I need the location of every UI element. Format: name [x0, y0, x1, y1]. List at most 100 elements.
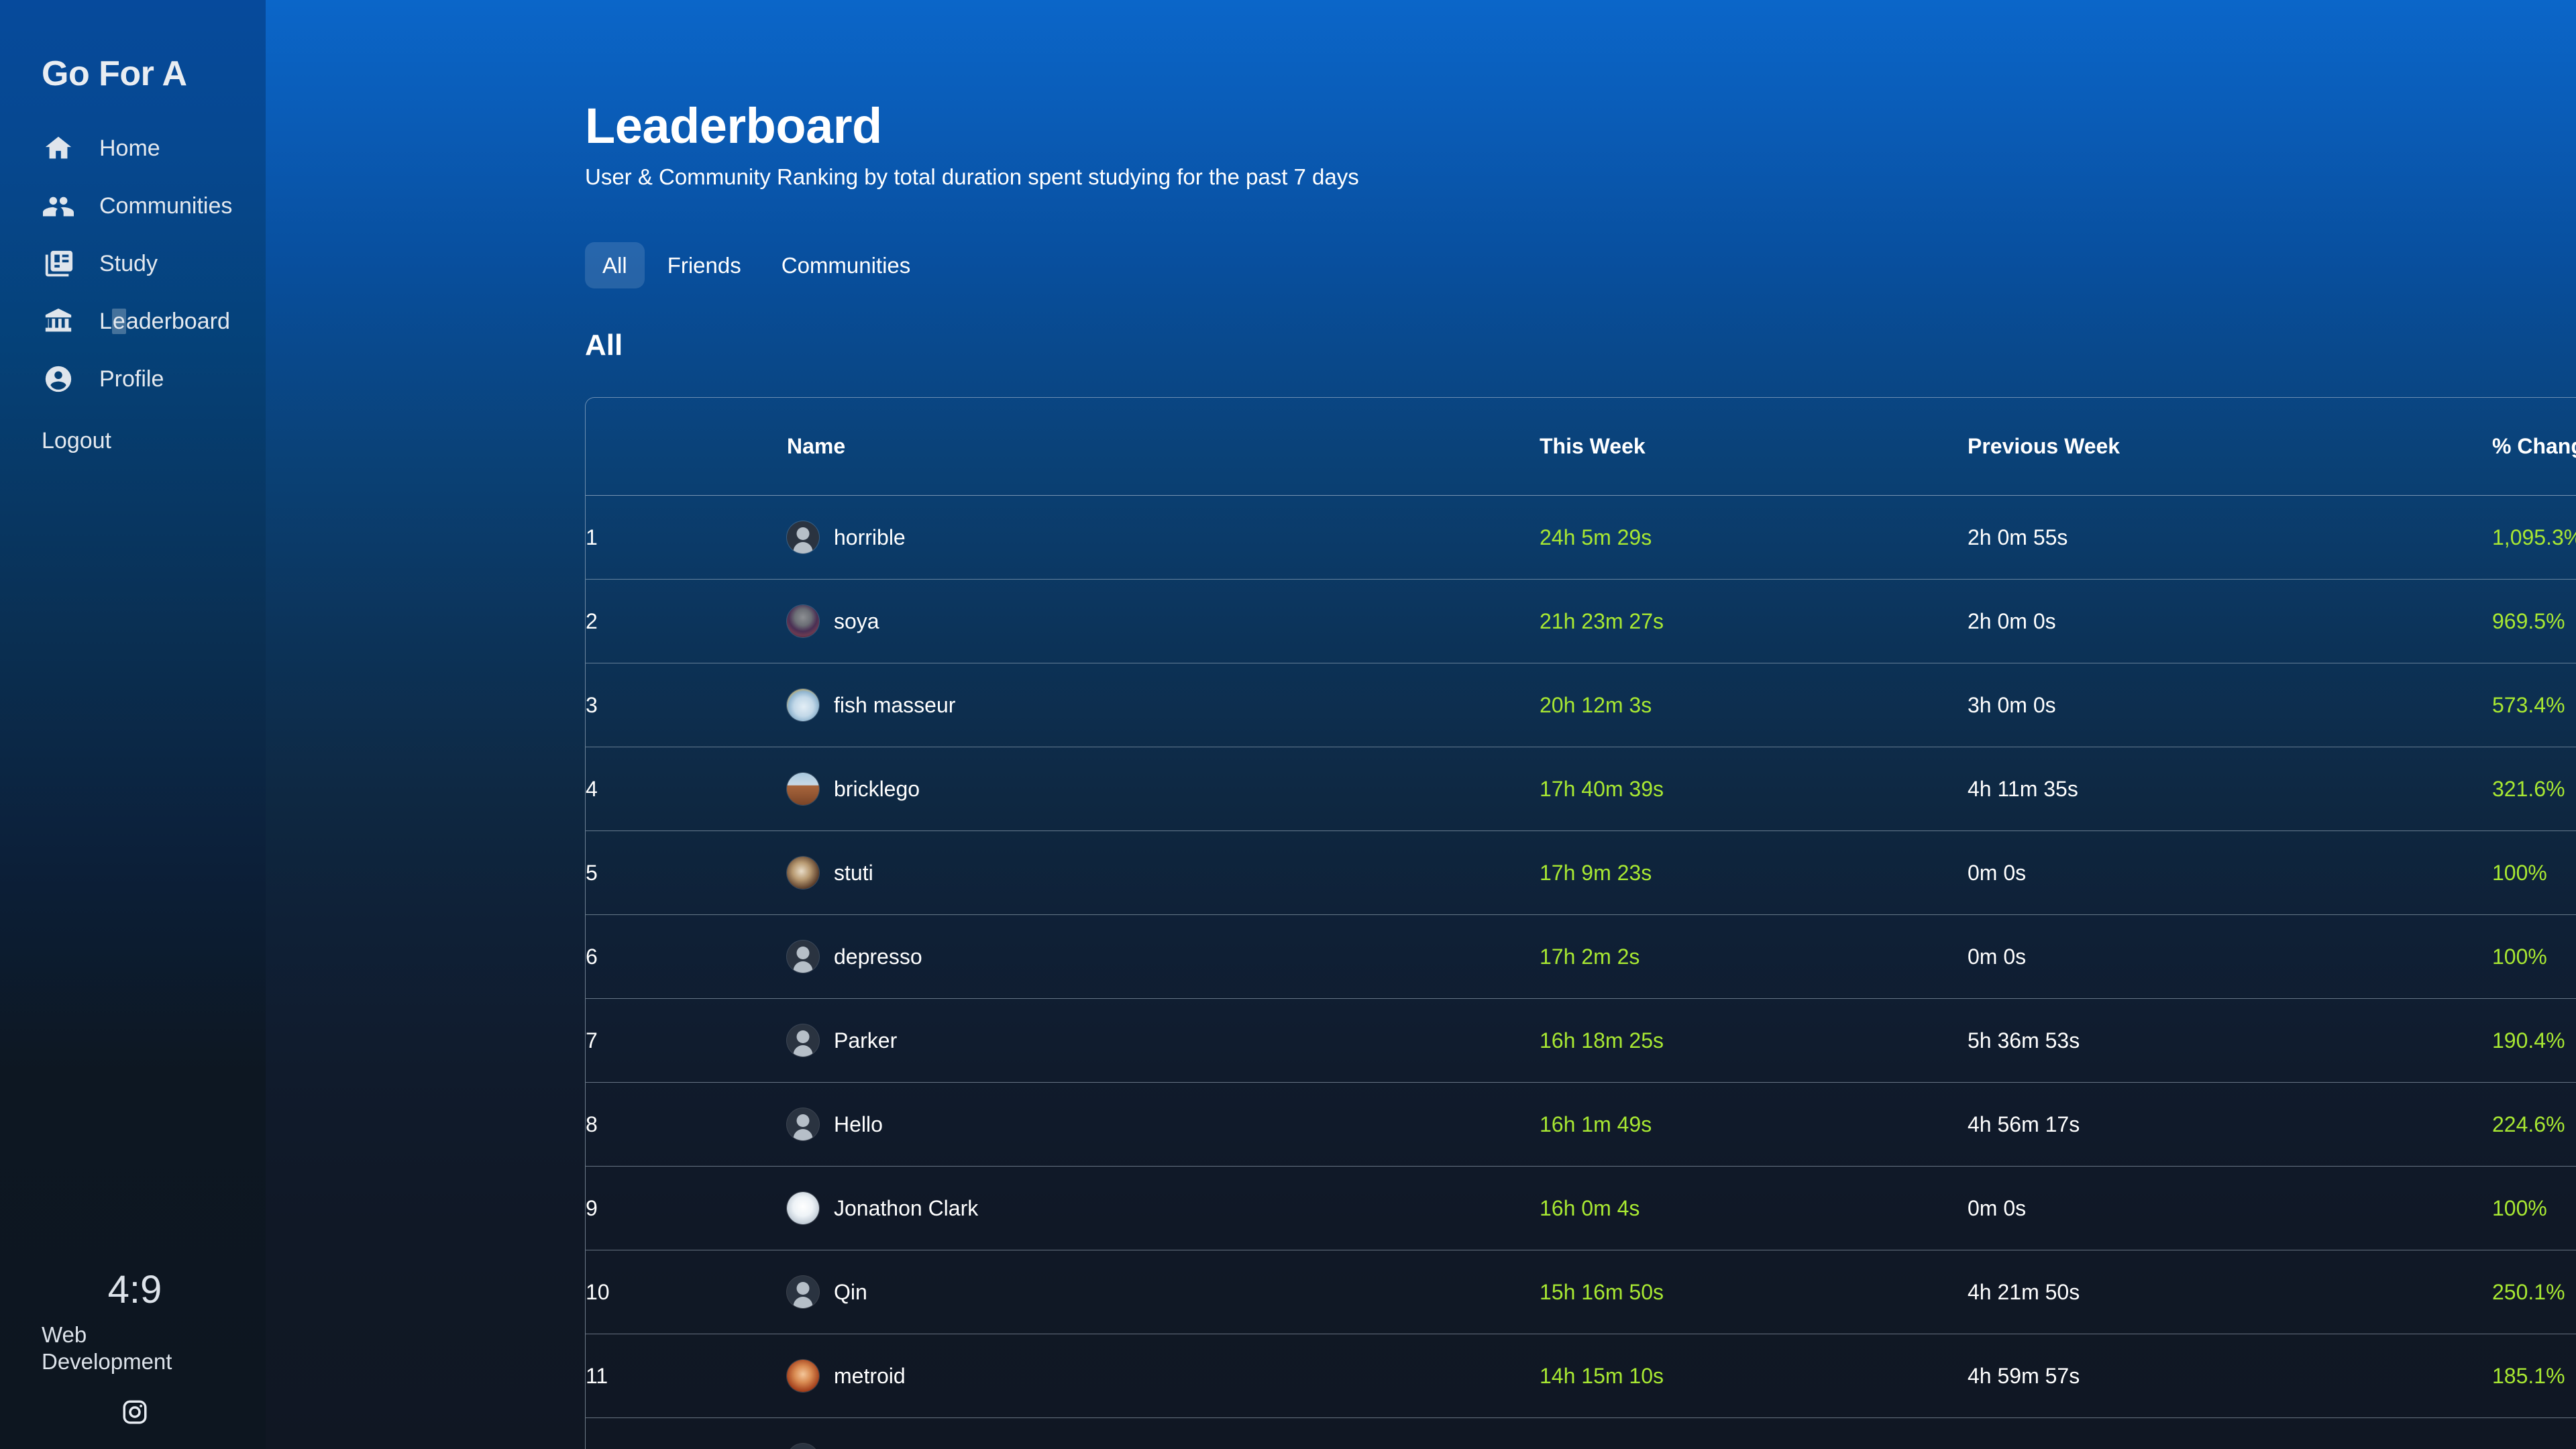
leaderboard-table: Name This Week Previous Week % Change 1 h… — [586, 398, 2576, 1449]
cell-rank: 9 — [586, 1166, 787, 1251]
table-row[interactable]: 1 horrible 24h 5m 29s 2h 0m 55s 1,095.3% — [586, 495, 2576, 580]
page-header: Leaderboard User & Community Ranking by … — [266, 0, 2576, 190]
cell-previous-week: 5h 36m 53s — [1968, 998, 2492, 1083]
avatar — [787, 689, 819, 722]
leaderboard-table-container: Name This Week Previous Week % Change 1 h… — [585, 397, 2576, 1449]
cell-previous-week: 4h 59m 57s — [1968, 1334, 2492, 1419]
footer-ratio: 4:9 — [107, 1267, 162, 1311]
cell-name: Hello — [787, 1082, 1540, 1167]
tab-friends[interactable]: Friends — [650, 242, 759, 288]
cell-percent-change: 190.4% — [2492, 998, 2576, 1083]
cell-this-week: 14h 15m 10s — [1540, 1334, 1968, 1419]
cell-percent-change: 321.6% — [2492, 747, 2576, 832]
cell-name: Parker — [787, 998, 1540, 1083]
cell-previous-week: 3h 0m 0s — [1968, 663, 2492, 748]
table-row[interactable]: 12never gonna give you up10h 52m 55s1h 5… — [586, 1417, 2576, 1449]
avatar — [787, 857, 819, 890]
bank-icon — [42, 305, 75, 338]
sidebar-nav: Home Communities Study Leaderboard Profi… — [0, 119, 266, 408]
user-name: bricklego — [834, 776, 920, 801]
cell-rank: 7 — [586, 998, 787, 1083]
tab-communities[interactable]: Communities — [764, 242, 928, 288]
cell-rank: 1 — [586, 495, 787, 580]
instagram-link[interactable] — [42, 1398, 228, 1426]
cell-this-week: 16h 18m 25s — [1540, 998, 1968, 1083]
table-row[interactable]: 10 Qin 15h 16m 50s 4h 21m 50s 250.1% — [586, 1250, 2576, 1335]
cell-previous-week: 4h 56m 17s — [1968, 1082, 2492, 1167]
table-body: 1 horrible 24h 5m 29s 2h 0m 55s 1,095.3% 2 soy… — [586, 495, 2576, 1449]
table-row[interactable]: 2 soya 21h 23m 27s 2h 0m 0s 969.5% — [586, 579, 2576, 664]
user-name: metroid — [834, 1363, 906, 1388]
cell-percent-change: 185.1% — [2492, 1334, 2576, 1419]
page-title: Leaderboard — [585, 98, 882, 154]
cell-rank: 12 — [586, 1417, 787, 1449]
home-icon — [42, 131, 75, 165]
table-row[interactable]: 6 depresso 17h 2m 2s 0m 0s 100% — [586, 914, 2576, 1000]
user-name: horrible — [834, 525, 906, 549]
table-row[interactable]: 7 Parker 16h 18m 25s 5h 36m 53s 190.4% — [586, 998, 2576, 1083]
avatar — [787, 605, 819, 638]
avatar — [787, 1444, 819, 1449]
user-name: depresso — [834, 944, 922, 969]
account-circle-icon — [42, 362, 75, 396]
table-head: Name This Week Previous Week % Change — [586, 398, 2576, 496]
cell-rank: 8 — [586, 1082, 787, 1167]
cell-this-week: 24h 5m 29s — [1540, 495, 1968, 580]
user-name: Parker — [834, 1028, 898, 1053]
table-header-row: Name This Week Previous Week % Change — [586, 398, 2576, 496]
cell-previous-week: 2h 0m 55s — [1968, 495, 2492, 580]
avatar — [787, 521, 819, 554]
user-name: soya — [834, 608, 879, 633]
cell-percent-change: 573.4% — [2492, 663, 2576, 748]
avatar — [787, 773, 819, 806]
sidebar-item-label: Study — [99, 251, 158, 276]
cell-previous-week: 0m 0s — [1968, 914, 2492, 1000]
cell-this-week: 15h 16m 50s — [1540, 1250, 1968, 1335]
cell-name: depresso — [787, 914, 1540, 1000]
cell-rank: 4 — [586, 747, 787, 832]
table-row[interactable]: 11 metroid 14h 15m 10s 4h 59m 57s 185.1% — [586, 1334, 2576, 1419]
user-name: stuti — [834, 860, 873, 885]
logout-button[interactable]: Logout — [0, 408, 266, 454]
cell-name: fish masseur — [787, 663, 1540, 748]
table-row[interactable]: 8 Hello 16h 1m 49s 4h 56m 17s 224.6% — [586, 1082, 2576, 1167]
cell-this-week: 16h 0m 4s — [1540, 1166, 1968, 1251]
cell-name: metroid — [787, 1334, 1540, 1419]
sidebar-item-communities[interactable]: Communities — [0, 177, 266, 235]
cell-rank: 11 — [586, 1334, 787, 1419]
avatar — [787, 1360, 819, 1393]
cell-percent-change: 250.1% — [2492, 1250, 2576, 1335]
cell-this-week: 20h 12m 3s — [1540, 663, 1968, 748]
footer-line-1: Web — [42, 1322, 87, 1347]
main-content: Leaderboard User & Community Ranking by … — [266, 0, 2576, 1449]
page-subtitle: User & Community Ranking by total durati… — [585, 164, 1359, 190]
sidebar-item-profile[interactable]: Profile — [0, 350, 266, 408]
table-row[interactable]: 9 Jonathon Clark 16h 0m 4s 0m 0s 100% — [586, 1166, 2576, 1251]
sidebar-item-leaderboard[interactable]: Leaderboard — [0, 292, 266, 350]
cell-name: Jonathon Clark — [787, 1166, 1540, 1251]
user-name: Qin — [834, 1279, 867, 1304]
cell-percent-change: 1,095.3% — [2492, 495, 2576, 580]
sidebar: Go For A Home Communities Study Leaderbo… — [0, 0, 266, 1449]
tab-all[interactable]: All — [585, 242, 645, 289]
cell-rank: 3 — [586, 663, 787, 748]
cell-rank: 10 — [586, 1250, 787, 1335]
table-row[interactable]: 4 bricklego 17h 40m 39s 4h 11m 35s 321.6% — [586, 747, 2576, 832]
cell-percent-change: 493.6% — [2492, 1417, 2576, 1449]
cell-percent-change: 969.5% — [2492, 579, 2576, 664]
table-row[interactable]: 3 fish masseur 20h 12m 3s 3h 0m 0s 573.4% — [586, 663, 2576, 748]
sidebar-item-label: Leaderboard — [99, 309, 230, 334]
col-header-percent-change: % Change — [2492, 398, 2576, 496]
table-row[interactable]: 5 stuti 17h 9m 23s 0m 0s 100% — [586, 830, 2576, 916]
col-header-previous-week: Previous Week — [1968, 398, 2492, 496]
cell-previous-week: 2h 0m 0s — [1968, 579, 2492, 664]
section-title: All — [585, 329, 623, 362]
cell-previous-week: 4h 21m 50s — [1968, 1250, 2492, 1335]
sidebar-item-study[interactable]: Study — [0, 235, 266, 292]
avatar — [787, 941, 819, 973]
cell-name: soya — [787, 579, 1540, 664]
col-header-rank — [586, 398, 787, 496]
sidebar-item-home[interactable]: Home — [0, 119, 266, 177]
avatar — [787, 1108, 819, 1141]
cell-previous-week: 0m 0s — [1968, 830, 2492, 916]
